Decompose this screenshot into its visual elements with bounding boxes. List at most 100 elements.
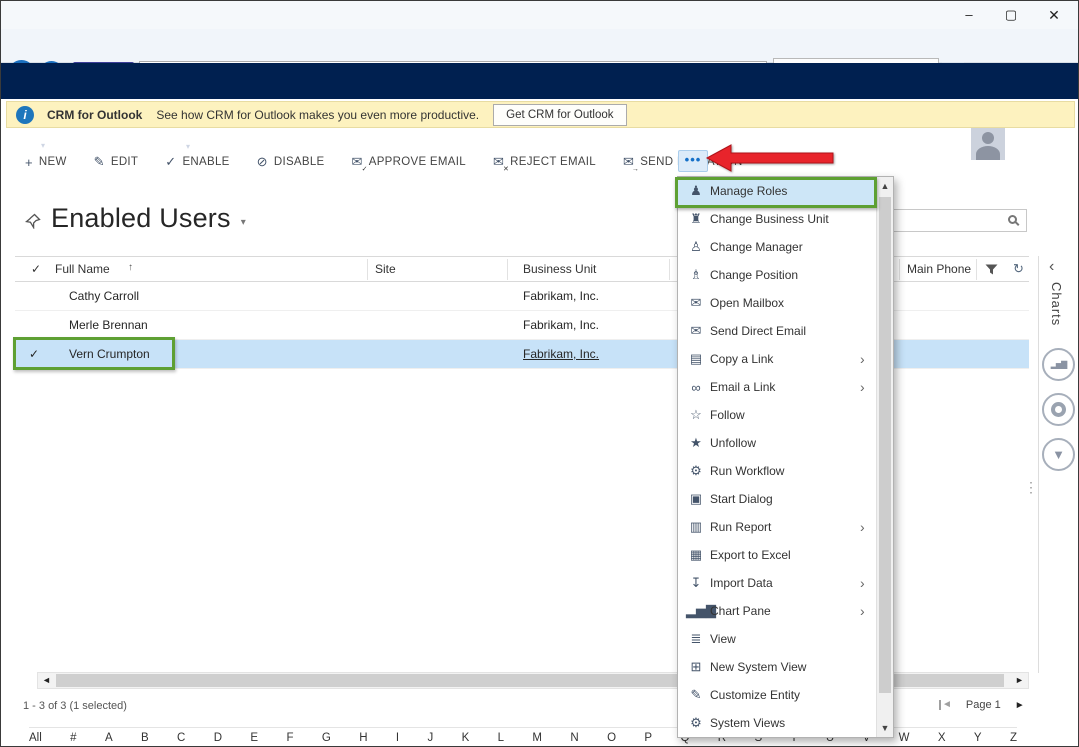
menu-item[interactable]: ★ Unfollow — [678, 429, 876, 457]
pane-splitter-handle[interactable]: ⋮ — [1024, 483, 1038, 492]
command-button[interactable]: + NEW — [25, 155, 67, 170]
alphabet-filter-item[interactable]: O — [607, 732, 616, 744]
menu-item[interactable]: ✎ Customize Entity — [678, 681, 876, 709]
avatar[interactable] — [971, 126, 1005, 160]
scroll-left-icon[interactable]: ◄ — [38, 673, 55, 688]
menu-item[interactable]: ≣ View — [678, 625, 876, 653]
info-icon: i — [16, 106, 34, 124]
menu-item[interactable]: ∞ Email a Link › — [678, 373, 876, 401]
submenu-chevron-icon: › — [860, 351, 868, 367]
menu-item[interactable]: ♗ Change Position — [678, 261, 876, 289]
alphabet-filter-item[interactable]: # — [70, 732, 76, 744]
alphabet-filter-item[interactable]: B — [141, 732, 149, 744]
menu-item-label: Email a Link — [710, 380, 775, 394]
alphabet-filter-item[interactable]: C — [177, 732, 185, 744]
crm-options-gear-icon[interactable]: ⚙ — [1017, 133, 1032, 153]
menu-item[interactable]: ♙ Change Manager — [678, 233, 876, 261]
menu-item[interactable]: ↧ Import Data › — [678, 569, 876, 597]
alphabet-filter-item[interactable]: W — [899, 732, 910, 744]
menu-item[interactable]: ⚙ System Views — [678, 709, 876, 737]
menu-item[interactable]: ☆ Follow — [678, 401, 876, 429]
command-button[interactable]: ✉✓ APPROVE EMAIL — [352, 154, 466, 170]
cell-business-unit[interactable]: Fabrikam, Inc. — [523, 318, 599, 332]
menu-item[interactable]: ▤ Copy a Link › — [678, 345, 876, 373]
menu-item[interactable]: ▥ Run Report › — [678, 513, 876, 541]
close-button[interactable]: ✕ — [1031, 1, 1077, 29]
alphabet-filter-item[interactable]: Y — [974, 732, 982, 744]
column-header-main-phone[interactable]: Main Phone — [907, 262, 971, 276]
bar-chart-icon[interactable]: ▂▅▇ — [1042, 348, 1075, 381]
user-info[interactable]: Cathy Carroll Fabrikam, Inc. — [853, 129, 963, 158]
alphabet-filter-item[interactable]: Z — [1010, 732, 1017, 744]
menu-item[interactable]: ♜ Change Business Unit — [678, 205, 876, 233]
red-arrow-annotation — [705, 142, 837, 174]
minimize-button[interactable]: – — [949, 1, 989, 29]
scroll-right-icon[interactable]: ► — [1011, 673, 1028, 688]
alphabet-filter-item[interactable]: All — [29, 732, 42, 744]
filter-funnel-icon[interactable] — [985, 264, 998, 276]
menu-item[interactable]: ▦ Export to Excel — [678, 541, 876, 569]
funnel-chart-icon[interactable]: ▼ — [1042, 438, 1075, 471]
alphabet-filter-item[interactable]: J — [427, 732, 433, 744]
menu-item[interactable]: ▣ Start Dialog — [678, 485, 876, 513]
first-page-icon[interactable]: ◄ — [939, 700, 952, 710]
view-selector-chevron-icon[interactable]: ▾ — [241, 217, 246, 228]
menu-item[interactable]: ✉ Open Mailbox — [678, 289, 876, 317]
menu-item-icon: ♜ — [686, 211, 706, 227]
scroll-down-icon[interactable]: ▼ — [877, 719, 893, 737]
menu-item-icon: ▤ — [686, 351, 706, 367]
command-button[interactable]: ✎ EDIT — [94, 154, 139, 170]
menu-item-icon: ⊞ — [686, 659, 706, 675]
get-crm-outlook-button[interactable]: Get CRM for Outlook — [493, 104, 626, 126]
cell-full-name[interactable]: Cathy Carroll — [69, 289, 139, 303]
scroll-up-icon[interactable]: ▲ — [877, 177, 893, 195]
alphabet-filter-item[interactable]: L — [498, 732, 504, 744]
menu-item[interactable]: ⚙ Run Workflow — [678, 457, 876, 485]
alphabet-filter-item[interactable]: F — [286, 732, 293, 744]
menu-item-icon: ▥ — [686, 519, 706, 535]
alphabet-filter-item[interactable]: P — [644, 732, 652, 744]
command-icon: ✉✓ — [352, 154, 363, 170]
command-label: DISABLE — [274, 156, 325, 168]
submenu-chevron-icon: › — [860, 603, 868, 619]
alphabet-filter-item[interactable]: M — [532, 732, 542, 744]
column-header-site[interactable]: Site — [375, 262, 396, 276]
select-all-check-icon[interactable]: ✓ — [31, 262, 41, 276]
grid-search-icon[interactable] — [1008, 215, 1017, 224]
command-button[interactable]: ✉✕ REJECT EMAIL — [493, 154, 596, 170]
menu-item-label: Import Data — [710, 576, 773, 590]
alphabet-filter-item[interactable]: A — [105, 732, 113, 744]
menu-item-label: Customize Entity — [710, 688, 800, 702]
alphabet-filter-item[interactable]: K — [462, 732, 470, 744]
alphabet-filter-item[interactable]: N — [570, 732, 578, 744]
pie-chart-icon[interactable] — [1042, 393, 1075, 426]
maximize-button[interactable]: ▢ — [991, 1, 1031, 29]
alphabet-filter-item[interactable]: I — [396, 732, 399, 744]
command-button[interactable]: ✓ ENABLE — [165, 154, 229, 170]
cell-business-unit[interactable]: Fabrikam, Inc. — [523, 289, 599, 303]
menu-item[interactable]: ▂▅▇ Chart Pane › — [678, 597, 876, 625]
charts-expand-chevron-icon[interactable]: ‹ — [1049, 258, 1054, 276]
menu-item-icon: ▦ — [686, 547, 706, 563]
more-commands-button[interactable]: ••• — [678, 150, 708, 172]
charts-pane-label[interactable]: Charts — [1049, 282, 1064, 326]
alphabet-filter-item[interactable]: H — [359, 732, 367, 744]
column-header-full-name[interactable]: Full Name — [55, 262, 110, 276]
cell-business-unit[interactable]: Fabrikam, Inc. — [523, 347, 599, 361]
window-titlebar: – ▢ ✕ — [1, 1, 1078, 29]
command-label: APPROVE EMAIL — [369, 156, 466, 168]
alphabet-filter-item[interactable]: E — [250, 732, 258, 744]
alphabet-filter-item[interactable]: D — [214, 732, 222, 744]
grid-refresh-icon[interactable]: ↻ — [1013, 261, 1024, 277]
menu-scrollbar[interactable]: ▲ ▼ — [876, 177, 893, 737]
menu-item[interactable]: ✉ Send Direct Email — [678, 317, 876, 345]
alphabet-filter-item[interactable]: X — [938, 732, 946, 744]
help-icon[interactable]: ? — [1051, 134, 1060, 151]
alphabet-filter-item[interactable]: G — [322, 732, 331, 744]
next-page-icon[interactable]: ► — [1015, 700, 1025, 711]
command-button[interactable]: ⊘ DISABLE — [257, 154, 325, 170]
cell-full-name[interactable]: Merle Brennan — [69, 318, 148, 332]
column-header-business-unit[interactable]: Business Unit — [523, 262, 596, 276]
menu-item[interactable]: ⊞ New System View — [678, 653, 876, 681]
menu-scrollbar-thumb[interactable] — [879, 197, 891, 693]
